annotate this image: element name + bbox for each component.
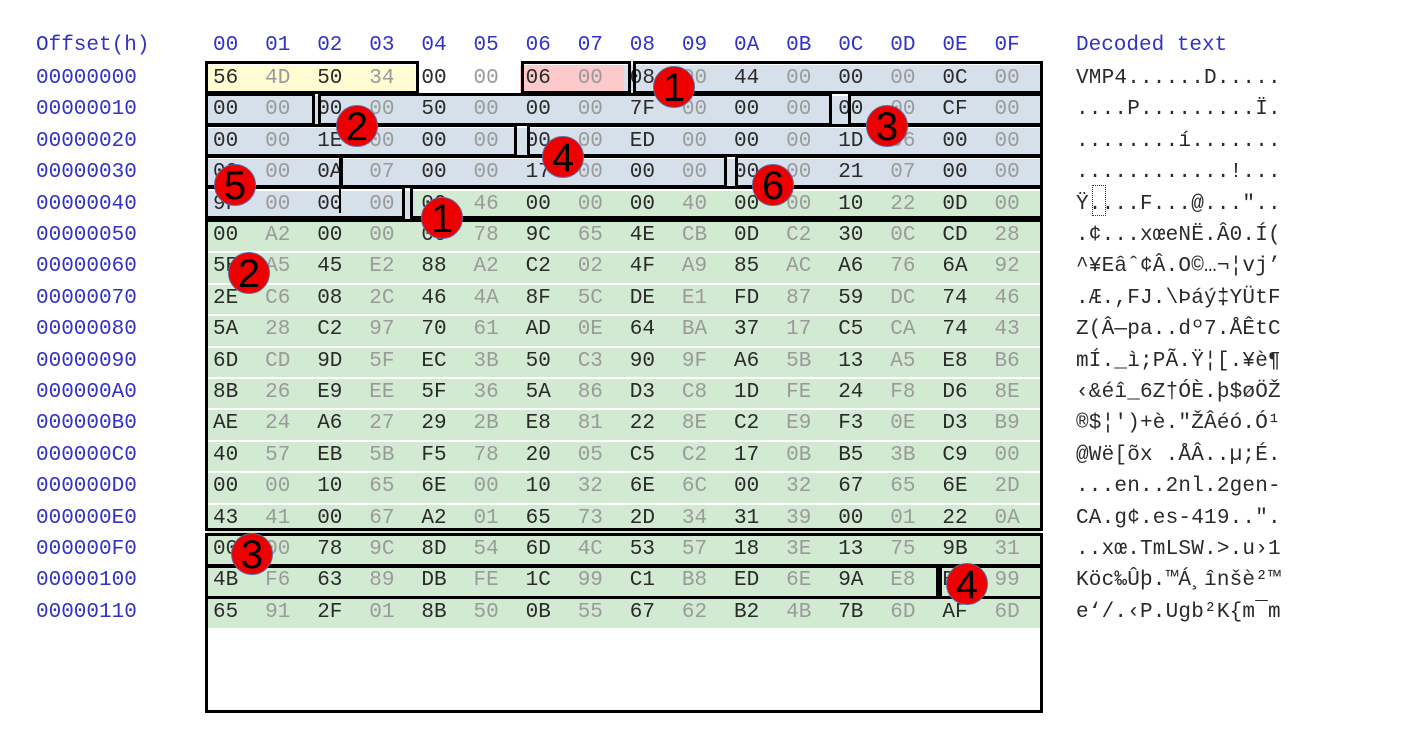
hex-byte[interactable]: 00 (421, 67, 455, 91)
column-header: 0A (734, 34, 760, 57)
annotation-number-badge: 1 (421, 197, 463, 240)
hex-byte[interactable]: 00 (474, 67, 508, 91)
column-header: 09 (681, 34, 708, 57)
offset-column-header: Offset(h) (36, 34, 150, 57)
column-header: 03 (369, 34, 395, 57)
annotation-number-badge: 4 (946, 563, 988, 606)
row-offset: 00000080 (36, 318, 137, 342)
decoded-text[interactable]: e‘/.‹P.Ugb²K{m¯m (1076, 601, 1281, 625)
row-offset: 000000C0 (36, 443, 137, 467)
row-offset: 00000030 (36, 161, 137, 185)
column-header: 04 (421, 34, 447, 57)
annotation-box (410, 186, 1043, 219)
annotation-box (527, 124, 1043, 157)
decoded-text[interactable]: VMP4......D..... (1076, 67, 1281, 91)
annotation-box (340, 155, 727, 188)
decoded-text[interactable]: @Wë[õx .ÅÂ..µ;É. (1076, 444, 1281, 468)
annotation-box (521, 61, 631, 94)
annotation-box (205, 596, 1043, 713)
text-cursor (339, 186, 341, 213)
decoded-text[interactable]: CA.g¢.es-419..". (1076, 507, 1281, 531)
column-header: 05 (473, 34, 499, 57)
column-header: 08 (629, 34, 656, 57)
annotation-number-badge: 6 (752, 164, 794, 207)
row-offset: 000000E0 (36, 506, 137, 530)
decoded-text[interactable]: Köc‰Ûþ.™Á¸înšè²™ (1076, 569, 1281, 593)
decoded-text[interactable]: ........í....... (1076, 130, 1281, 154)
row-offset: 00000040 (36, 192, 137, 216)
annotation-number-badge: 2 (336, 105, 378, 148)
decoded-text[interactable]: ‹&éî_6Z†ÓÈ.þ$øÖŽ (1076, 381, 1281, 405)
row-offset: 00000110 (36, 600, 137, 624)
annotation-number-badge: 2 (228, 252, 270, 295)
annotation-box (205, 219, 1043, 531)
row-offset: 00000100 (36, 569, 137, 593)
decoded-text[interactable]: ...en..2nl.2gen- (1076, 475, 1281, 499)
annotation-number-badge: 5 (214, 164, 256, 207)
decoded-text[interactable]: ....P.........Ï. (1076, 98, 1281, 122)
annotation-box (205, 533, 1043, 567)
row-offset: 00000010 (36, 98, 137, 122)
column-header: 0E (942, 34, 968, 57)
column-header: 0C (838, 34, 864, 57)
row-offset: 00000070 (36, 286, 137, 310)
row-offset: 00000000 (36, 67, 137, 90)
row-offset: 00000020 (36, 129, 137, 153)
decoded-text[interactable]: .Æ.,FJ.\Þáý‡YÜtF (1076, 287, 1281, 311)
hex-editor-view: Offset(h) Decoded text 00 01 02 03 04 05 06 07 0… (0, 0, 1423, 729)
annotation-number-badge: 4 (542, 136, 584, 179)
column-header: 07 (577, 34, 603, 57)
column-header: 06 (525, 34, 551, 57)
decoded-text-header: Decoded text (1076, 34, 1228, 57)
row-offset: 000000D0 (36, 475, 137, 499)
column-header: 00 (213, 34, 239, 57)
row-offset: 000000A0 (36, 381, 137, 404)
annotation-box (205, 565, 939, 599)
column-header: 0D (890, 34, 916, 57)
row-offset: 000000B0 (36, 412, 137, 436)
annotation-number-badge: 1 (653, 66, 695, 109)
annotation-number-badge: 3 (231, 533, 273, 576)
column-header: 0B (786, 34, 812, 57)
annotation-box (205, 61, 419, 94)
row-offset: 00000050 (36, 224, 137, 247)
column-header: 02 (317, 34, 343, 57)
column-header: 01 (265, 34, 291, 57)
row-offset: 000000F0 (36, 538, 137, 561)
decoded-text[interactable]: ............!... (1076, 161, 1281, 185)
decoded-text[interactable]: Z(Â—pa..dº7.ÅÊtC (1076, 318, 1281, 342)
row-offset: 00000060 (36, 255, 137, 279)
row-offset: 00000090 (36, 349, 137, 373)
decoded-text[interactable]: ®$¦')+è."ŽÂéó.Ó¹ (1076, 412, 1281, 436)
decoded-text[interactable]: Ÿ....F...@...".. (1076, 193, 1281, 217)
column-header: 0F (994, 34, 1020, 57)
annotation-number-badge: 3 (866, 105, 908, 148)
annotation-box (318, 93, 832, 126)
decoded-text[interactable]: ^¥Eâˆ¢Â.O©…¬¦vj’ (1076, 255, 1281, 279)
decoded-text[interactable]: mÍ._ì;PÃ.Ÿ¦[.¥è¶ (1076, 350, 1281, 374)
decoded-selection-caret (1092, 185, 1106, 216)
decoded-text[interactable]: ..xœ.TmLSW.>.u›1 (1076, 538, 1281, 562)
decoded-text[interactable]: .¢...xœeNË.Â0.Í( (1076, 224, 1281, 248)
annotation-box (205, 93, 315, 126)
